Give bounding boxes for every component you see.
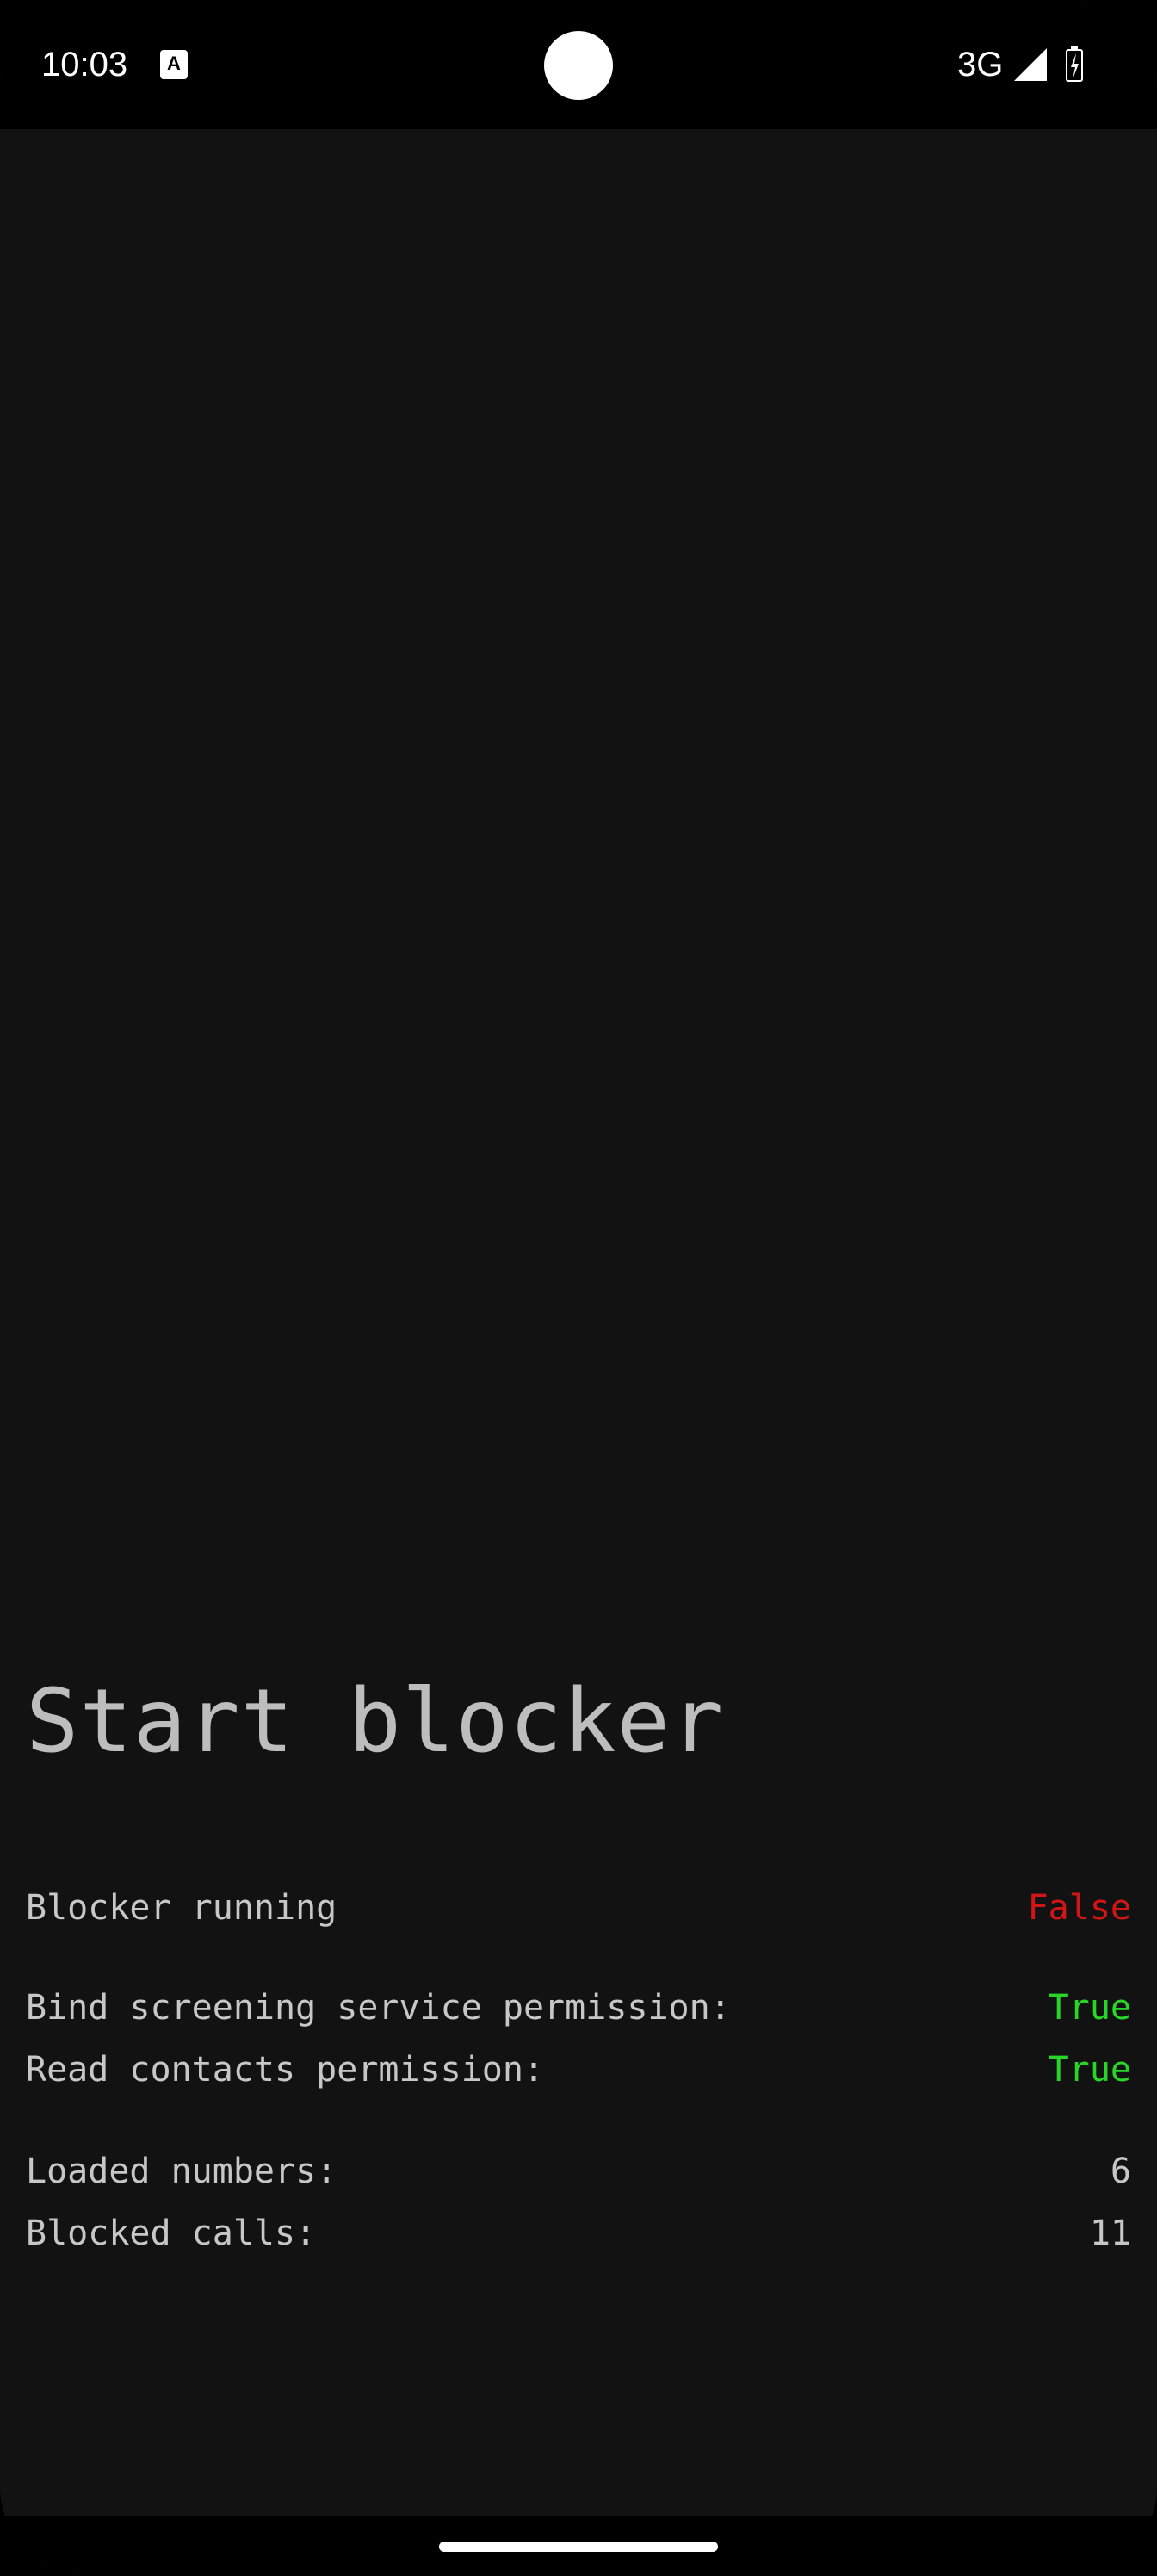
blocker-running-value: False <box>1027 1888 1131 1928</box>
home-gesture-handle[interactable] <box>439 2542 718 2552</box>
status-time: 10:03 <box>41 46 128 84</box>
blocker-running-row: Blocker running False <box>26 1882 1131 1934</box>
notification-app-icon: A <box>160 50 188 79</box>
network-type: 3G <box>957 46 1004 84</box>
bind-screening-label: Bind screening service permission: <box>26 1988 731 2028</box>
loaded-numbers-value: 6 <box>1110 2152 1131 2191</box>
bind-screening-row: Bind screening service permission: True <box>26 1982 1131 2034</box>
app-screen: 10:03 A 3G Start blocker Blocker running… <box>0 0 1157 2576</box>
blocked-calls-value: 11 <box>1089 2214 1131 2253</box>
bind-screening-value: True <box>1048 1988 1131 2028</box>
battery-icon <box>1066 46 1083 82</box>
blocked-calls-row: Blocked calls: 11 <box>26 2208 1131 2259</box>
loaded-numbers-label: Loaded numbers: <box>26 2152 337 2191</box>
blocked-calls-label: Blocked calls: <box>26 2214 317 2253</box>
read-contacts-label: Read contacts permission: <box>26 2050 545 2090</box>
read-contacts-value: True <box>1048 2050 1131 2090</box>
status-bar: 10:03 A 3G <box>0 0 1157 129</box>
signal-icon <box>1014 48 1047 81</box>
loaded-numbers-row: Loaded numbers: 6 <box>26 2146 1131 2197</box>
blocker-running-label: Blocker running <box>26 1888 337 1928</box>
read-contacts-row: Read contacts permission: True <box>26 2044 1131 2096</box>
camera-cutout <box>544 31 613 100</box>
start-blocker-title[interactable]: Start blocker <box>26 1670 724 1774</box>
